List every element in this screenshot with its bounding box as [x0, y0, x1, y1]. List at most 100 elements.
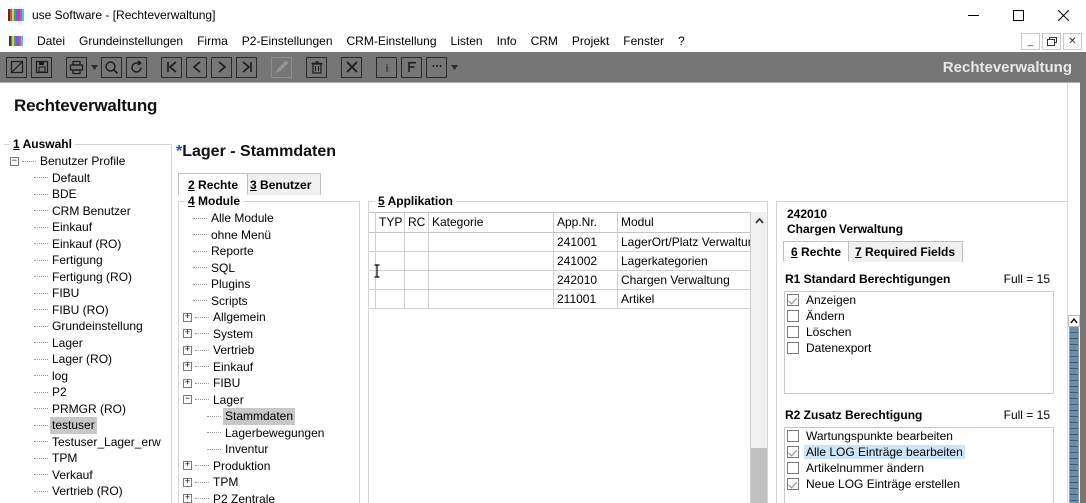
cell-rc[interactable] — [404, 232, 429, 252]
table-row[interactable]: 242010 Chargen Verwaltung — [369, 270, 767, 290]
tree-node-profile[interactable]: Default — [4, 170, 171, 187]
search-icon[interactable] — [101, 56, 122, 78]
r1-permission-row[interactable]: Löschen — [785, 324, 1053, 340]
form-vertical-scrollbar[interactable] — [1067, 83, 1080, 503]
tree-node-profile[interactable]: Testuser_Lager_erw — [4, 434, 171, 451]
tree-node-module[interactable]: ohne Menü — [179, 227, 359, 244]
table-row[interactable]: 211001 Artikel — [369, 289, 767, 309]
tree-node-module[interactable]: Reporte — [179, 243, 359, 260]
tree-node-module[interactable]: Plugins — [179, 276, 359, 293]
checkbox-unchecked-icon[interactable] — [787, 430, 799, 442]
cell-modul[interactable]: Chargen Verwaltung — [617, 270, 767, 290]
tree-node-profile[interactable]: FIBU (RO) — [4, 302, 171, 319]
applikation-scroll-thumb[interactable] — [751, 448, 767, 503]
cell-appnr[interactable]: 241001 — [553, 232, 618, 252]
expand-plus-icon[interactable]: + — [183, 461, 192, 471]
form-scroll-up-icon[interactable] — [1068, 315, 1080, 327]
tree-node-submodule[interactable]: Lagerbewegungen — [179, 425, 359, 442]
cell-appnr[interactable]: 242010 — [553, 270, 618, 290]
expand-plus-icon[interactable]: + — [183, 378, 192, 388]
expand-plus-icon[interactable]: + — [183, 494, 192, 503]
r1-permission-row[interactable]: Ändern — [785, 308, 1053, 324]
cell-modul[interactable]: LagerOrt/Platz Verwaltung — [617, 232, 767, 252]
tree-node-profile[interactable]: Fertigung — [4, 252, 171, 269]
tree-node-profile[interactable]: Fertigung (RO) — [4, 269, 171, 286]
cell-kategorie[interactable] — [428, 251, 554, 271]
module-tree[interactable]: Alle Module ohne Menü Reporte SQL Plugins Scr… — [179, 210, 359, 503]
tree-node-module-group[interactable]: + FIBU — [179, 375, 359, 392]
more-dropdown-caret-icon[interactable] — [449, 64, 459, 70]
cell-modul[interactable]: Lagerkategorien — [617, 251, 767, 271]
save-icon[interactable] — [31, 56, 52, 78]
scroll-up-icon[interactable] — [751, 212, 767, 229]
tree-node-profile[interactable]: Einkauf — [4, 219, 171, 236]
menu-item-help[interactable]: ? — [671, 32, 692, 50]
tree-node-module-group[interactable]: + Produktion — [179, 458, 359, 475]
menu-item-crm-einstellung[interactable]: CRM-Einstellung — [340, 32, 444, 50]
close-button[interactable] — [1041, 0, 1086, 30]
mdi-restore-button[interactable] — [1042, 32, 1061, 50]
menu-item-firma[interactable]: Firma — [190, 32, 235, 50]
tree-node-profile[interactable]: Verkauf — [4, 467, 171, 484]
tree-node-module-group[interactable]: + Allgemein — [179, 309, 359, 326]
tree-node-profile[interactable]: testuser — [4, 417, 171, 434]
delete-icon[interactable] — [306, 56, 327, 78]
expand-plus-icon[interactable]: + — [183, 312, 192, 322]
cell-kategorie[interactable] — [428, 270, 554, 290]
col-modul[interactable]: Modul — [617, 213, 767, 233]
table-row[interactable]: 241002 Lagerkategorien — [369, 251, 767, 271]
tree-node-module-group-expanded[interactable]: − Lager — [179, 392, 359, 409]
tree-node-profile[interactable]: PRMGR (RO) — [4, 401, 171, 418]
r1-permission-list[interactable]: Anzeigen Ändern Löschen Datenexport — [784, 291, 1054, 394]
r1-permission-row[interactable]: Anzeigen — [785, 292, 1053, 308]
table-row[interactable]: 241001 LagerOrt/Platz Verwaltung — [369, 232, 767, 252]
tree-node-profile[interactable]: Lager (RO) — [4, 351, 171, 368]
tree-node-profile[interactable]: Grundeinstellung — [4, 318, 171, 335]
menu-item-projekt[interactable]: Projekt — [565, 32, 616, 50]
mdi-close-button[interactable]: ✕ — [1063, 32, 1082, 50]
tree-node-submodule[interactable]: Stammdaten — [179, 408, 359, 425]
cell-kategorie[interactable] — [428, 289, 554, 309]
cell-typ[interactable] — [375, 289, 405, 309]
cell-typ[interactable] — [375, 232, 405, 252]
refresh-icon[interactable] — [126, 56, 147, 78]
r2-permission-list[interactable]: Wartungspunkte bearbeiten Alle LOG Einträ… — [784, 427, 1054, 503]
expand-plus-icon[interactable]: + — [183, 345, 192, 355]
cell-rc[interactable] — [404, 289, 429, 309]
col-rc[interactable]: RC — [404, 213, 429, 233]
col-typ[interactable]: TYP — [375, 213, 405, 233]
tree-node-root[interactable]: − Benutzer Profile — [4, 153, 171, 170]
tab-required-fields[interactable]: 7 Required Fields — [847, 241, 964, 262]
cell-rc[interactable] — [404, 270, 429, 290]
next-record-icon[interactable] — [211, 56, 232, 78]
checkbox-unchecked-icon[interactable] — [787, 462, 799, 474]
menu-item-datei[interactable]: Datei — [30, 32, 72, 50]
tree-node-module-group[interactable]: + P2 Zentrale — [179, 491, 359, 503]
checkbox-unchecked-icon[interactable] — [787, 310, 799, 322]
menu-item-grundeinstellungen[interactable]: Grundeinstellungen — [72, 32, 190, 50]
info-icon[interactable]: i — [376, 56, 397, 78]
r2-permission-row[interactable]: Neue LOG Einträge erstellen — [785, 476, 1053, 492]
tree-node-submodule[interactable]: Inventur — [179, 441, 359, 458]
print-dropdown-caret-icon[interactable] — [89, 64, 99, 70]
tree-node-module[interactable]: Alle Module — [179, 210, 359, 227]
cell-modul[interactable]: Artikel — [617, 289, 767, 309]
user-profile-tree[interactable]: − Benutzer Profile Default BDE CRM Benutzer E… — [4, 153, 171, 503]
tree-node-profile[interactable]: log — [4, 368, 171, 385]
tree-node-profile[interactable]: FIBU — [4, 285, 171, 302]
tree-node-profile[interactable]: Vertrieb (RO) — [4, 483, 171, 500]
r2-permission-row[interactable]: Artikelnummer ändern — [785, 460, 1053, 476]
mdi-minimize-button[interactable]: _ — [1021, 32, 1040, 50]
tree-node-profile[interactable]: Vertrieb (RO) Büro — [4, 500, 171, 503]
tree-node-profile[interactable]: P2 — [4, 384, 171, 401]
tree-node-module[interactable]: Scripts — [179, 293, 359, 310]
menu-item-p2-einstellungen[interactable]: P2-Einstellungen — [235, 32, 340, 50]
applikation-vertical-scrollbar[interactable] — [750, 212, 767, 503]
checkbox-checked-icon[interactable] — [787, 294, 799, 306]
maximize-button[interactable] — [996, 0, 1041, 30]
tree-node-module-group[interactable]: + Vertrieb — [179, 342, 359, 359]
new-record-icon[interactable] — [6, 56, 27, 78]
last-record-icon[interactable] — [236, 56, 257, 78]
checkbox-unchecked-icon[interactable] — [787, 326, 799, 338]
menu-item-crm[interactable]: CRM — [524, 32, 565, 50]
